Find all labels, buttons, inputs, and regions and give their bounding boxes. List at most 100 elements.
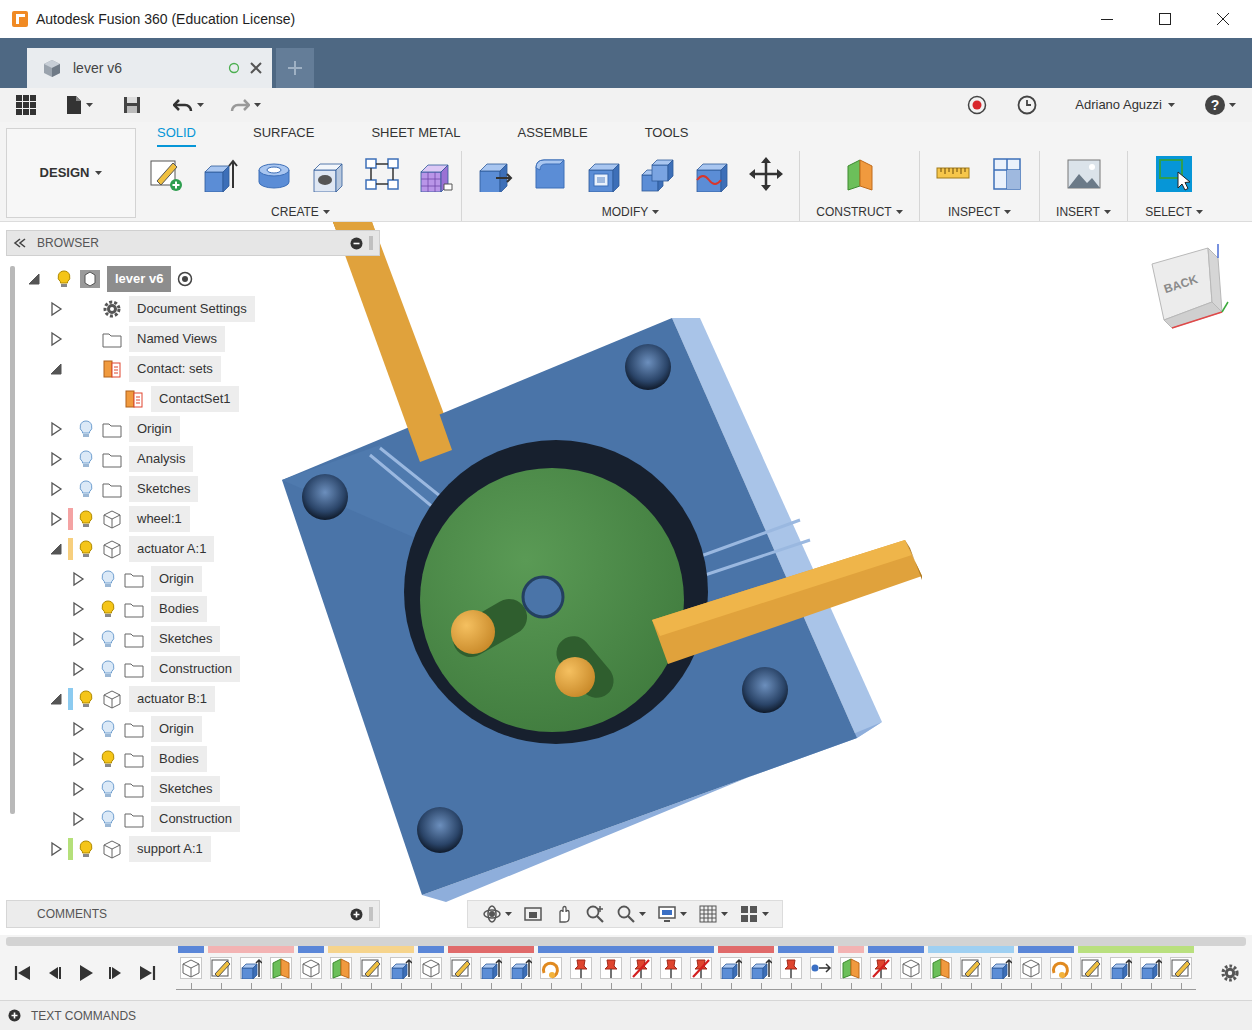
visibility-toggle[interactable] — [101, 600, 115, 618]
view-cube-graphic[interactable]: BACK — [1138, 240, 1230, 336]
expander[interactable] — [70, 781, 86, 797]
zoom-button[interactable] — [585, 904, 605, 924]
browser-item[interactable]: Construction — [6, 804, 380, 834]
expander[interactable] — [48, 691, 64, 707]
timeline-feature[interactable] — [236, 946, 266, 989]
expander[interactable] — [48, 421, 64, 437]
browser-item-label-box[interactable]: wheel:1 — [129, 506, 190, 532]
visibility-toggle[interactable] — [79, 480, 93, 498]
maximize-button[interactable] — [1136, 0, 1194, 38]
timeline-feature[interactable] — [506, 946, 536, 989]
pan-button[interactable] — [554, 904, 574, 924]
timeline-feature[interactable] — [476, 946, 506, 989]
browser-item[interactable]: Construction — [6, 654, 380, 684]
shell-tool-button[interactable] — [586, 156, 622, 192]
visibility-toggle[interactable] — [79, 420, 93, 438]
select-tool-button[interactable] — [1156, 156, 1192, 192]
timeline-feature[interactable] — [1166, 946, 1196, 989]
section-tool-button[interactable] — [989, 156, 1025, 192]
ribbon-group-menu[interactable]: INSPECT — [948, 203, 1011, 221]
timeline-feature[interactable] — [746, 946, 776, 989]
timeline-feature[interactable] — [866, 946, 896, 989]
browser-item-label-box[interactable]: Named Views — [129, 326, 225, 352]
browser-item-label-box[interactable]: actuator B:1 — [129, 686, 215, 712]
timeline-feature[interactable] — [1106, 946, 1136, 989]
timeline-feature[interactable] — [836, 946, 866, 989]
browser-item-label-box[interactable]: ContactSet1 — [151, 386, 239, 412]
timeline-feature[interactable] — [776, 946, 806, 989]
view-cube[interactable]: BACK — [1138, 240, 1230, 336]
visibility-toggle[interactable] — [79, 690, 93, 708]
timeline-feature[interactable] — [356, 946, 386, 989]
timeline-feature[interactable] — [326, 946, 356, 989]
expander[interactable] — [48, 331, 64, 347]
timeline-feature[interactable] — [1046, 946, 1076, 989]
browser-item-label-box[interactable]: Construction — [151, 806, 240, 832]
file-menu-button[interactable] — [66, 95, 93, 115]
workspace-switcher[interactable]: DESIGN — [6, 128, 136, 218]
ribbon-tab[interactable]: ASSEMBLE — [518, 123, 588, 148]
expander[interactable] — [70, 661, 86, 677]
display-settings-button[interactable] — [657, 904, 687, 924]
ribbon-tab[interactable]: SHEET METAL — [371, 123, 460, 148]
expander[interactable] — [70, 631, 86, 647]
replace-tool-button[interactable] — [694, 156, 730, 192]
browser-item-label-box[interactable]: lever v6 — [107, 266, 171, 292]
go-to-start-button[interactable] — [7, 963, 38, 983]
image-tool-button[interactable] — [1066, 156, 1102, 192]
visibility-toggle[interactable] — [101, 660, 115, 678]
expander[interactable] — [70, 721, 86, 737]
browser-minimize-button[interactable] — [350, 236, 373, 250]
browser-item[interactable]: Origin — [6, 414, 380, 444]
timeline-feature[interactable] — [446, 946, 476, 989]
visibility-toggle[interactable] — [79, 450, 93, 468]
viewports-button[interactable] — [739, 904, 769, 924]
look-at-button[interactable] — [523, 904, 543, 924]
viewport-canvas[interactable]: BACKBROWSERlever v6Document SettingsName… — [0, 222, 1252, 935]
browser-item-label-box[interactable]: Bodies — [151, 746, 207, 772]
ribbon-group-menu[interactable]: MODIFY — [602, 203, 660, 221]
browser-scrollbar[interactable] — [10, 266, 15, 814]
expander[interactable] — [48, 451, 64, 467]
browser-item[interactable]: Bodies — [6, 744, 380, 774]
expander[interactable] — [48, 511, 64, 527]
revolve-tool-button[interactable] — [256, 156, 292, 192]
browser-item[interactable]: actuator B:1 — [6, 684, 380, 714]
browser-item-label-box[interactable]: support A:1 — [129, 836, 211, 862]
visibility-toggle[interactable] — [79, 510, 93, 528]
orbit-button[interactable] — [482, 904, 512, 924]
plane-tool-button[interactable] — [842, 156, 878, 192]
ribbon-group-menu[interactable]: CONSTRUCT — [816, 203, 902, 221]
data-panel-button[interactable] — [16, 95, 36, 115]
browser-item[interactable]: Named Views — [6, 324, 380, 354]
pattern-tool-button[interactable] — [364, 156, 400, 192]
form-tool-button[interactable] — [418, 156, 454, 192]
ribbon-tab[interactable]: SOLID — [157, 123, 196, 148]
sketch-tool-button[interactable] — [148, 156, 184, 192]
timeline-feature[interactable] — [596, 946, 626, 989]
browser-item[interactable]: Origin — [6, 714, 380, 744]
browser-item[interactable]: ContactSet1 — [6, 384, 380, 414]
timeline-feature[interactable] — [536, 946, 566, 989]
browser-item-label-box[interactable]: Construction — [151, 656, 240, 682]
help-menu[interactable]: ? — [1205, 95, 1236, 115]
expander[interactable] — [48, 301, 64, 317]
add-comment-button[interactable] — [350, 907, 373, 921]
ribbon-group-menu[interactable]: CREATE — [271, 203, 330, 221]
close-tab-button[interactable] — [250, 62, 262, 74]
text-commands-bar[interactable]: TEXT COMMANDS — [0, 1000, 1252, 1030]
timeline-settings-button[interactable] — [1220, 963, 1240, 983]
record-button[interactable] — [967, 95, 987, 115]
timeline-feature[interactable] — [926, 946, 956, 989]
combine-tool-button[interactable] — [640, 156, 676, 192]
browser-item[interactable]: Bodies — [6, 594, 380, 624]
browser-item-label-box[interactable]: Analysis — [129, 446, 193, 472]
visibility-toggle[interactable] — [101, 780, 115, 798]
timeline-feature[interactable] — [1016, 946, 1046, 989]
browser-item[interactable]: lever v6 — [6, 264, 380, 294]
browser-item[interactable]: Analysis — [6, 444, 380, 474]
browser-item-label-box[interactable]: Sketches — [151, 626, 220, 652]
timeline-feature[interactable] — [656, 946, 686, 989]
visibility-toggle[interactable] — [57, 270, 71, 288]
browser-item-label-box[interactable]: Contact: sets — [129, 356, 221, 382]
